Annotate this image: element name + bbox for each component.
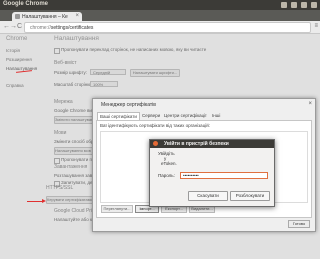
os-top-bar: Google Chrome: [0, 0, 320, 10]
volume-icon[interactable]: [291, 2, 297, 8]
tab-your-certificates[interactable]: Ваші сертифікати: [97, 112, 140, 120]
prompt-line: eToken.: [161, 161, 177, 166]
prompt-line: Увійдіть: [158, 151, 175, 156]
network-icon[interactable]: [281, 2, 287, 8]
settings-favicon-icon: [15, 14, 20, 19]
login-prompt: Увійдіть у eToken.: [158, 151, 177, 166]
done-button[interactable]: Готово: [288, 220, 310, 228]
unlock-button[interactable]: Розблокувати: [230, 191, 270, 201]
password-label: Пароль:: [158, 173, 175, 178]
forward-arrow-icon[interactable]: →: [10, 23, 17, 30]
tab-title: Налаштування – Ке: [22, 14, 68, 20]
url-path: settings/certificates: [50, 25, 94, 31]
browser-tab-settings[interactable]: Налаштування – Ке ×: [12, 12, 82, 21]
tab-others[interactable]: Інші: [210, 112, 222, 119]
os-app-title: Google Chrome: [3, 1, 49, 7]
tab-servers[interactable]: Сервери: [140, 112, 162, 119]
url-text: chrome://settings/certificates: [30, 25, 93, 31]
close-icon[interactable]: ×: [308, 101, 312, 107]
window-close-icon[interactable]: [153, 141, 158, 146]
password-field[interactable]: ••••••••••: [180, 172, 268, 179]
back-arrow-icon[interactable]: ←: [3, 23, 10, 30]
reload-icon[interactable]: C: [17, 23, 22, 30]
login-title: Увійти в пристрій безпеки: [164, 141, 229, 147]
tab-close-icon[interactable]: ×: [75, 13, 79, 19]
annotation-arrowhead: [42, 199, 46, 203]
annotation-arrow-certificates: [27, 201, 43, 202]
view-button[interactable]: Переглянути...: [101, 205, 133, 213]
dialog-title: Менеджер сертифікатів: [101, 102, 156, 108]
clock-icon[interactable]: [301, 2, 307, 8]
tab-strip: Налаштування – Ке ×: [0, 10, 320, 21]
power-icon[interactable]: [311, 2, 317, 8]
certificates-intro: Ваї ідентифікують сертифікати від таких …: [100, 123, 211, 128]
address-bar[interactable]: chrome://settings/certificates: [24, 22, 311, 33]
tab-authorities[interactable]: Центри сертифікації: [162, 112, 208, 119]
url-host: chrome://: [30, 25, 51, 31]
security-device-login-dialog: Увійти в пристрій безпеки Увійдіть у eTo…: [149, 139, 275, 207]
system-tray: [281, 2, 317, 8]
toolbar: ← → C chrome://settings/certificates ≡: [0, 21, 320, 34]
chrome-menu-icon[interactable]: ≡: [314, 23, 318, 29]
cancel-button[interactable]: Скасувати: [188, 191, 228, 201]
